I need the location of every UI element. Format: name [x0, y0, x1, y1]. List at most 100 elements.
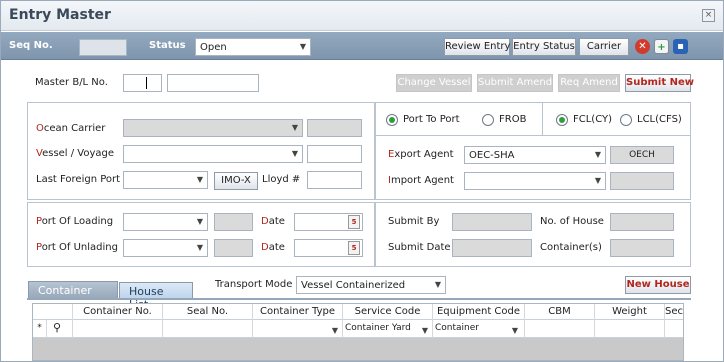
lcl-radio[interactable]	[620, 114, 632, 126]
tab-strip-line	[27, 298, 691, 300]
filter-weight[interactable]	[595, 320, 665, 338]
status-value: Open	[200, 42, 227, 53]
unlading-date-input[interactable]: 5	[294, 239, 363, 257]
chevron-down-icon: ▼	[511, 326, 518, 335]
entry-status-button[interactable]: Entry Status	[512, 38, 576, 56]
column-container-no[interactable]: Container No.	[73, 304, 163, 320]
route-panel: Port To Port FROB FCL(CY) LCL(CFS) Expor…	[375, 102, 691, 200]
last-foreign-port-label: Last Foreign Port	[36, 174, 121, 185]
close-icon[interactable]: ×	[702, 9, 715, 22]
change-vessel-button[interactable]: Change Vessel	[396, 74, 472, 92]
review-entry-button[interactable]: Review Entry	[444, 38, 510, 56]
filter-sec[interactable]	[665, 320, 683, 338]
lloyd-label: Lloyd #	[262, 174, 301, 185]
divider	[542, 103, 543, 135]
tab-container-list[interactable]: Container List	[28, 281, 118, 310]
no-of-house-label: No. of House	[540, 216, 604, 227]
transport-mode-select[interactable]: Vessel Containerized ▼	[296, 276, 446, 294]
filter-container-type[interactable]: ▼	[253, 320, 343, 338]
submit-date-label: Submit Date	[388, 242, 451, 253]
seq-no-field[interactable]	[79, 39, 127, 56]
vessel-select[interactable]: ▼	[123, 145, 303, 163]
fcl-label: FCL(CY)	[573, 114, 613, 125]
save-icon[interactable]: ▪	[673, 39, 688, 54]
ocean-carrier-code	[307, 119, 362, 137]
column-weight[interactable]: Weight	[595, 304, 665, 320]
ocean-carrier-select[interactable]: ▼	[123, 119, 303, 137]
loading-date-input[interactable]: 5	[294, 213, 363, 231]
filter-cbm[interactable]	[525, 320, 595, 338]
loading-date-label: Date	[261, 216, 285, 227]
chevron-down-icon: ▼	[196, 217, 203, 226]
column-seal-no[interactable]: Seal No.	[163, 304, 253, 320]
delete-icon[interactable]: ✕	[635, 39, 650, 54]
submit-date-value	[452, 239, 532, 257]
chevron-down-icon: ▼	[291, 149, 298, 158]
column-service-code[interactable]: Service Code	[343, 304, 433, 320]
submit-by-value	[452, 213, 532, 231]
port-of-loading-select[interactable]: ▼	[123, 213, 208, 231]
container-grid: Container No. Seal No. Container Type Se…	[32, 303, 684, 361]
text-cursor	[146, 77, 147, 89]
containers-label: Container(s)	[540, 242, 602, 253]
carrier-button[interactable]: Carrier	[579, 38, 629, 56]
chevron-down-icon: ▼	[594, 150, 601, 159]
chevron-down-icon: ▼	[291, 123, 298, 132]
column-container-type[interactable]: Container Type	[253, 304, 343, 320]
vessel-voyage-label: Vessel / Voyage	[36, 148, 115, 159]
chevron-down-icon: ▼	[594, 176, 601, 185]
port-to-port-label: Port To Port	[403, 114, 460, 125]
calendar-icon[interactable]: 5	[348, 241, 360, 255]
master-bl-prefix-input[interactable]	[123, 74, 162, 92]
chevron-down-icon: ▼	[196, 243, 203, 252]
port-of-loading-label: Port Of Loading	[36, 216, 114, 227]
imo-x-button[interactable]: IMO-X	[214, 172, 258, 190]
import-agent-select[interactable]: ▼	[464, 172, 606, 190]
filter-seal-no[interactable]	[163, 320, 253, 338]
new-house-button[interactable]: New House	[625, 276, 691, 294]
divider	[376, 135, 690, 136]
entry-master-window: Entry Master × Seq No. Status Open ▼ Rev…	[0, 0, 724, 362]
status-select[interactable]: Open ▼	[195, 38, 311, 56]
req-amend-button[interactable]: Req Amend	[558, 74, 620, 92]
port-of-unlading-select[interactable]: ▼	[123, 239, 208, 257]
column-equipment-code[interactable]: Equipment Code	[433, 304, 525, 320]
status-label: Status	[149, 40, 186, 51]
export-agent-select[interactable]: OEC-SHA ▼	[464, 146, 606, 164]
filter-service-code[interactable]: Container Yard ▼	[343, 320, 433, 338]
voyage-input[interactable]	[307, 145, 362, 163]
calendar-icon[interactable]: 5	[348, 215, 360, 229]
master-bl-number-input[interactable]	[167, 74, 259, 92]
chevron-down-icon: ▼	[196, 175, 203, 184]
submit-amend-button[interactable]: Submit Amend	[477, 74, 553, 92]
export-agent-value: OEC-SHA	[469, 150, 515, 161]
submit-panel: Submit By No. of House Submit Date Conta…	[375, 202, 691, 267]
lcl-label: LCL(CFS)	[637, 114, 682, 125]
transport-mode-value: Vessel Containerized	[301, 280, 406, 291]
frob-radio[interactable]	[482, 114, 494, 126]
export-agent-label: Export Agent	[388, 149, 454, 160]
chevron-down-icon: ▼	[331, 326, 338, 335]
port-of-unlading-label: Port Of Unlading	[36, 242, 118, 253]
filter-container-no[interactable]	[73, 320, 163, 338]
export-agent-code: OECH	[610, 146, 674, 164]
column-cbm[interactable]: CBM	[525, 304, 595, 320]
lloyd-input[interactable]	[307, 171, 362, 189]
ocean-carrier-label: Ocean Carrier	[36, 123, 106, 134]
last-foreign-port-select[interactable]: ▼	[123, 171, 208, 189]
chevron-down-icon: ▼	[421, 326, 428, 335]
chevron-down-icon: ▼	[434, 280, 441, 289]
submit-new-button[interactable]: Submit New	[625, 74, 694, 92]
grid-header: Container No. Seal No. Container Type Se…	[33, 304, 683, 320]
port-to-port-radio[interactable]	[386, 114, 398, 126]
new-document-icon[interactable]: +	[654, 39, 669, 54]
search-icon[interactable]: ⚲	[47, 320, 73, 338]
window-title: Entry Master	[9, 7, 111, 23]
filter-equipment-code[interactable]: Container ▼	[433, 320, 525, 338]
column-sec[interactable]: Sec	[665, 304, 683, 320]
submit-by-label: Submit By	[388, 216, 440, 227]
tab-house-list[interactable]: House List	[119, 282, 193, 311]
no-of-house-value	[610, 213, 674, 231]
grid-corner	[33, 304, 73, 320]
fcl-radio[interactable]	[556, 114, 568, 126]
